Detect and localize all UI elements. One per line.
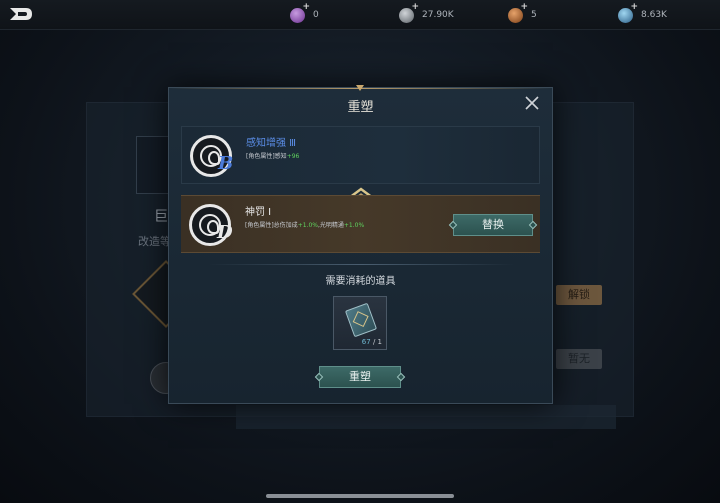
close-button[interactable]: [524, 96, 540, 112]
new-skill-row: D 神罚 I [角色属性]总伤加成+1.0%,光明精通+1.0% 替换: [181, 195, 540, 253]
reforge-button-label: 重塑: [349, 370, 371, 383]
dialog-title: 重塑: [347, 100, 374, 115]
resource-silver-coin[interactable]: 27.90K: [399, 2, 454, 24]
replace-button[interactable]: 替换: [448, 214, 538, 236]
resource-value: 5: [531, 10, 537, 20]
background-card-subtitle: 改造等: [138, 235, 171, 248]
background-locked-button: 暂无: [556, 349, 602, 369]
resource-value: 8.63K: [641, 10, 667, 20]
skill-book-icon: [344, 302, 378, 338]
button-ornament-icon: [396, 372, 406, 382]
purple-gem-icon: [290, 2, 310, 23]
new-skill-name: 神罚 I: [245, 207, 272, 218]
required-items-label: 需要消耗的道具: [325, 276, 396, 287]
bronze-medal-icon: [508, 2, 528, 23]
top-bar: 0 27.90K 5 8.63K: [0, 0, 720, 30]
item-count: 67 / 1: [361, 338, 382, 346]
reforge-button[interactable]: 重塑: [314, 366, 406, 388]
resource-bronze-medal[interactable]: 5: [508, 2, 537, 24]
home-indicator[interactable]: [266, 494, 454, 498]
button-ornament-icon: [314, 372, 324, 382]
current-skill-row: B 感知增强 Ⅲ [角色属性]感知+96: [181, 126, 540, 184]
resource-blue-orb[interactable]: 8.63K: [618, 2, 667, 24]
divider: [209, 264, 514, 265]
resource-value: 27.90K: [422, 10, 454, 20]
skill-grade-badge: B: [218, 153, 234, 174]
reforge-dialog: 重塑 B 感知增强 Ⅲ [角色属性]感知+96 D 神罚 I [角色属性]总伤加…: [168, 85, 553, 404]
resource-purple-gem[interactable]: 0: [290, 2, 319, 24]
back-button[interactable]: [8, 4, 40, 26]
new-skill-description: [角色属性]总伤加成+1.0%,光明精通+1.0%: [245, 222, 365, 229]
background-strip: [236, 405, 616, 429]
current-skill-name: 感知增强 Ⅲ: [246, 138, 297, 149]
required-item-slot[interactable]: 67 / 1: [333, 296, 387, 350]
button-ornament-icon: [448, 220, 458, 230]
current-skill-description: [角色属性]感知+96: [246, 153, 300, 160]
skill-grade-badge: D: [217, 222, 233, 243]
close-icon: [525, 96, 539, 110]
background-card-title: 巨: [154, 209, 168, 225]
background-unlock-button: 解锁: [556, 285, 602, 305]
dialog-ornament-icon: [356, 85, 364, 91]
back-arrow-icon: [10, 8, 32, 20]
replace-button-label: 替换: [482, 218, 504, 231]
silver-coin-icon: [399, 2, 419, 23]
button-ornament-icon: [528, 220, 538, 230]
blue-orb-icon: [618, 2, 638, 23]
resource-value: 0: [313, 10, 319, 20]
